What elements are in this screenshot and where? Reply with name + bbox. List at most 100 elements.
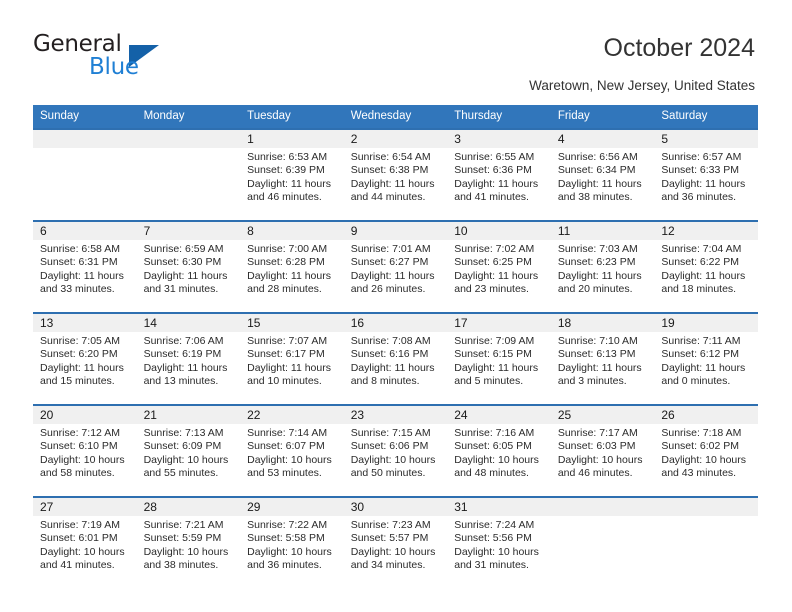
- calendar-day-cell[interactable]: 19 Sunrise: 7:11 AM Sunset: 6:12 PM Dayligh…: [654, 312, 758, 405]
- day-daylight-line2-text: and 15 minutes.: [40, 375, 115, 388]
- calendar-day-cell[interactable]: 30 Sunrise: 7:23 AM Sunset: 5:57 PM Dayligh…: [343, 496, 448, 588]
- calendar-day-cell[interactable]: 13 Sunrise: 7:05 AM Sunset: 6:20 PM Dayligh…: [33, 312, 137, 405]
- day-details: Sunrise: 7:14 AM Sunset: 6:07 PM Daylight:…: [240, 424, 344, 481]
- day-number: 14: [136, 314, 241, 332]
- day-daylight-line2-text: and 46 minutes.: [247, 191, 322, 204]
- calendar-day-cell[interactable]: 9 Sunrise: 7:01 AM Sunset: 6:27 PM Daylight…: [343, 220, 448, 313]
- day-sunset-text: Sunset: 6:28 PM: [247, 256, 325, 269]
- day-daylight-line1-text: Daylight: 10 hours: [557, 453, 643, 466]
- day-details: Sunrise: 7:05 AM Sunset: 6:20 PM Daylight:…: [33, 332, 137, 389]
- calendar-day-cell[interactable]: 17 Sunrise: 7:09 AM Sunset: 6:15 PM Dayligh…: [447, 312, 551, 405]
- calendar-day-cell[interactable]: 15 Sunrise: 7:07 AM Sunset: 6:17 PM Dayligh…: [240, 312, 344, 405]
- day-sunrise-text: Sunrise: 7:09 AM: [454, 335, 535, 347]
- day-daylight-line2-text: and 23 minutes.: [454, 283, 529, 296]
- day-daylight-line2-text: and 31 minutes.: [143, 283, 219, 296]
- calendar-header-row: Sunday Monday Tuesday Wednesday Thursday…: [33, 105, 758, 129]
- calendar-day-cell[interactable]: 10 Sunrise: 7:02 AM Sunset: 6:25 PM Dayligh…: [447, 220, 551, 313]
- day-sunrise-text: Sunrise: 6:54 AM: [350, 151, 431, 163]
- day-sunrise-text: Sunrise: 7:05 AM: [40, 335, 120, 347]
- calendar-day-cell[interactable]: 18 Sunrise: 7:10 AM Sunset: 6:13 PM Dayligh…: [550, 312, 655, 405]
- day-sunrise-text: Sunrise: 6:53 AM: [247, 151, 328, 163]
- calendar-week-row: 13 Sunrise: 7:05 AM Sunset: 6:20 PM Dayligh…: [33, 312, 758, 405]
- day-sunset-text: Sunset: 6:31 PM: [40, 256, 118, 269]
- day-sunset-text: Sunset: 6:39 PM: [247, 164, 325, 177]
- day-details: Sunrise: 7:06 AM Sunset: 6:19 PM Daylight:…: [137, 332, 241, 389]
- day-number: [136, 130, 241, 148]
- day-daylight-line2-text: and 41 minutes.: [454, 191, 529, 204]
- calendar-day-cell[interactable]: 29 Sunrise: 7:22 AM Sunset: 5:58 PM Dayligh…: [240, 496, 344, 588]
- day-number: 15: [240, 314, 344, 332]
- calendar-day-cell[interactable]: 20 Sunrise: 7:12 AM Sunset: 6:10 PM Dayligh…: [33, 404, 137, 497]
- brand-logo[interactable]: General Blue: [33, 33, 233, 83]
- weekday-header-monday: Monday: [136, 105, 241, 129]
- day-daylight-line1-text: Daylight: 11 hours: [350, 177, 435, 190]
- day-daylight-line2-text: and 46 minutes.: [557, 467, 633, 480]
- day-number: 12: [654, 222, 758, 240]
- calendar-empty-cell: [33, 128, 137, 221]
- calendar-day-cell[interactable]: 3 Sunrise: 6:55 AM Sunset: 6:36 PM Daylight…: [447, 128, 551, 221]
- day-sunrise-text: Sunrise: 7:04 AM: [661, 243, 742, 255]
- day-number: 27: [33, 498, 137, 516]
- day-daylight-line1-text: Daylight: 11 hours: [661, 177, 746, 190]
- day-number: [550, 498, 655, 516]
- day-daylight-line2-text: and 43 minutes.: [661, 467, 737, 480]
- day-details: Sunrise: 7:08 AM Sunset: 6:16 PM Daylight:…: [344, 332, 448, 389]
- day-daylight-line2-text: and 3 minutes.: [557, 375, 627, 388]
- calendar-day-cell[interactable]: 14 Sunrise: 7:06 AM Sunset: 6:19 PM Dayligh…: [136, 312, 241, 405]
- weekday-header-tuesday: Tuesday: [240, 105, 344, 129]
- calendar-day-cell[interactable]: 4 Sunrise: 6:56 AM Sunset: 6:34 PM Daylight…: [550, 128, 655, 221]
- day-sunset-text: Sunset: 6:13 PM: [557, 348, 636, 361]
- day-details: Sunrise: 7:02 AM Sunset: 6:25 PM Daylight:…: [447, 240, 551, 297]
- calendar-day-cell[interactable]: 25 Sunrise: 7:17 AM Sunset: 6:03 PM Dayligh…: [550, 404, 655, 497]
- calendar-day-cell[interactable]: 23 Sunrise: 7:15 AM Sunset: 6:06 PM Dayligh…: [343, 404, 448, 497]
- day-daylight-line1-text: Daylight: 10 hours: [247, 453, 332, 466]
- day-daylight-line2-text: and 55 minutes.: [143, 467, 219, 480]
- calendar-day-cell[interactable]: 31 Sunrise: 7:24 AM Sunset: 5:56 PM Dayligh…: [447, 496, 551, 588]
- calendar-day-cell[interactable]: 11 Sunrise: 7:03 AM Sunset: 6:23 PM Dayligh…: [550, 220, 655, 313]
- brand-name-blue: Blue: [89, 54, 139, 80]
- calendar-day-cell[interactable]: 1 Sunrise: 6:53 AM Sunset: 6:39 PM Daylight…: [240, 128, 344, 221]
- day-sunrise-text: Sunrise: 6:55 AM: [454, 151, 535, 163]
- calendar-day-cell[interactable]: 21 Sunrise: 7:13 AM Sunset: 6:09 PM Dayligh…: [136, 404, 241, 497]
- day-daylight-line1-text: Daylight: 11 hours: [454, 269, 539, 282]
- day-number: 7: [136, 222, 241, 240]
- calendar-day-cell[interactable]: 24 Sunrise: 7:16 AM Sunset: 6:05 PM Dayligh…: [447, 404, 551, 497]
- day-sunrise-text: Sunrise: 7:18 AM: [661, 427, 742, 439]
- calendar-day-cell[interactable]: 8 Sunrise: 7:00 AM Sunset: 6:28 PM Daylight…: [240, 220, 344, 313]
- calendar-day-cell[interactable]: 28 Sunrise: 7:21 AM Sunset: 5:59 PM Dayligh…: [136, 496, 241, 588]
- calendar-day-cell[interactable]: 26 Sunrise: 7:18 AM Sunset: 6:02 PM Dayligh…: [654, 404, 758, 497]
- day-number: 25: [550, 406, 655, 424]
- calendar-day-cell[interactable]: 7 Sunrise: 6:59 AM Sunset: 6:30 PM Daylight…: [136, 220, 241, 313]
- calendar-day-cell[interactable]: 5 Sunrise: 6:57 AM Sunset: 6:33 PM Daylight…: [654, 128, 758, 221]
- day-sunrise-text: Sunrise: 7:12 AM: [40, 427, 120, 439]
- day-number: 26: [654, 406, 758, 424]
- day-daylight-line1-text: Daylight: 10 hours: [143, 545, 229, 558]
- day-daylight-line2-text: and 13 minutes.: [143, 375, 219, 388]
- day-daylight-line2-text: and 58 minutes.: [40, 467, 115, 480]
- day-daylight-line1-text: Daylight: 11 hours: [247, 361, 331, 374]
- day-details: Sunrise: 6:56 AM Sunset: 6:34 PM Daylight:…: [551, 148, 655, 205]
- calendar-day-cell[interactable]: 16 Sunrise: 7:08 AM Sunset: 6:16 PM Dayligh…: [343, 312, 448, 405]
- day-details: Sunrise: 7:03 AM Sunset: 6:23 PM Daylight:…: [551, 240, 655, 297]
- day-sunrise-text: Sunrise: 7:11 AM: [661, 335, 741, 347]
- day-sunset-text: Sunset: 6:23 PM: [557, 256, 636, 269]
- calendar-day-cell[interactable]: 12 Sunrise: 7:04 AM Sunset: 6:22 PM Dayligh…: [654, 220, 758, 313]
- day-sunset-text: Sunset: 6:09 PM: [143, 440, 222, 453]
- day-daylight-line1-text: Daylight: 11 hours: [454, 361, 539, 374]
- day-details: Sunrise: 6:59 AM Sunset: 6:30 PM Daylight:…: [137, 240, 241, 297]
- day-daylight-line1-text: Daylight: 11 hours: [40, 361, 124, 374]
- day-sunrise-text: Sunrise: 6:56 AM: [557, 151, 638, 163]
- brand-name-general: General: [33, 31, 122, 57]
- day-sunset-text: Sunset: 6:30 PM: [143, 256, 222, 269]
- day-sunset-text: Sunset: 6:22 PM: [661, 256, 740, 269]
- calendar-day-cell[interactable]: 27 Sunrise: 7:19 AM Sunset: 6:01 PM Dayligh…: [33, 496, 137, 588]
- day-sunset-text: Sunset: 5:58 PM: [247, 532, 325, 545]
- day-details: Sunrise: 7:09 AM Sunset: 6:15 PM Daylight:…: [447, 332, 551, 389]
- day-daylight-line2-text: and 20 minutes.: [557, 283, 633, 296]
- calendar-day-cell[interactable]: 2 Sunrise: 6:54 AM Sunset: 6:38 PM Daylight…: [343, 128, 448, 221]
- day-number: 18: [550, 314, 655, 332]
- calendar-day-cell[interactable]: 6 Sunrise: 6:58 AM Sunset: 6:31 PM Daylight…: [33, 220, 137, 313]
- day-daylight-line1-text: Daylight: 11 hours: [350, 269, 435, 282]
- calendar-day-cell[interactable]: 22 Sunrise: 7:14 AM Sunset: 6:07 PM Dayligh…: [240, 404, 344, 497]
- day-daylight-line2-text: and 10 minutes.: [247, 375, 322, 388]
